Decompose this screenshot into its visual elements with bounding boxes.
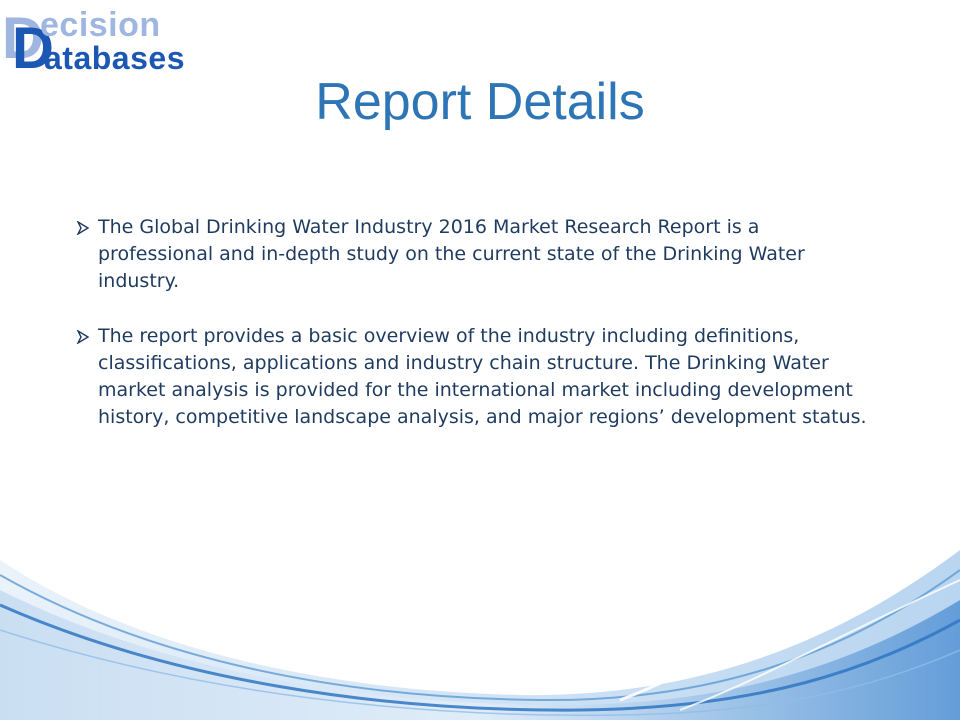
decorative-wave-background [0, 538, 960, 720]
bullet-item: The Global Drinking Water Industry 2016 … [76, 214, 876, 295]
bullet-list: The Global Drinking Water Industry 2016 … [76, 214, 876, 459]
bullet-item: The report provides a basic overview of … [76, 323, 876, 431]
logo-line1: ecision [40, 6, 161, 44]
arrow-bullet-icon [76, 330, 90, 344]
bullet-text: The report provides a basic overview of … [98, 325, 867, 428]
bullet-text: The Global Drinking Water Industry 2016 … [98, 216, 805, 292]
arrow-bullet-icon [76, 221, 90, 235]
decision-databases-logo: D D ecision atabases [2, 4, 184, 78]
slide-title: Report Details [315, 73, 645, 131]
